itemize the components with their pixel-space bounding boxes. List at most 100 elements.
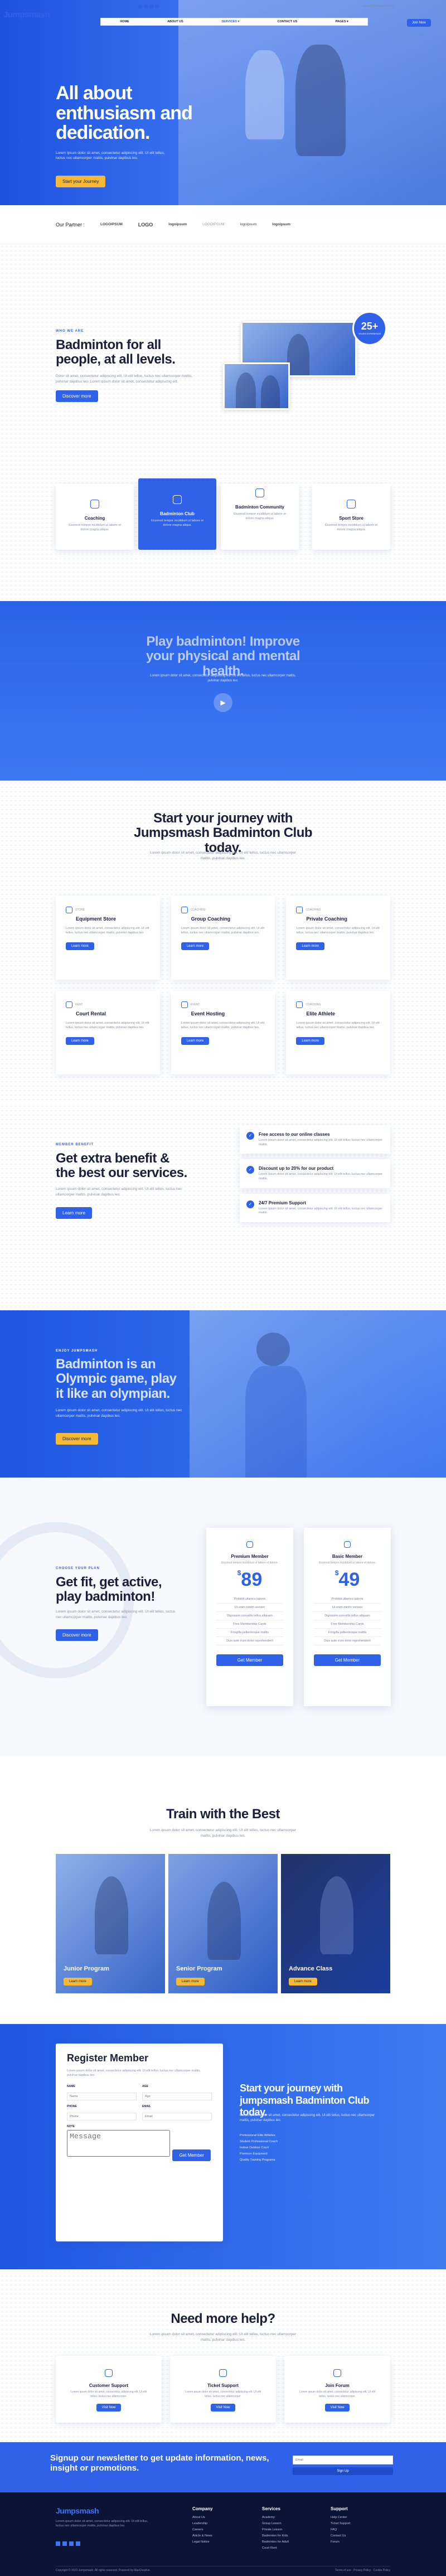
newsletter-email-input[interactable] xyxy=(293,2456,393,2464)
support-icon xyxy=(105,2369,113,2377)
footer-link[interactable]: Legal Notice xyxy=(192,2540,212,2544)
plan-name: Basic Member xyxy=(332,1554,363,1559)
instagram-icon[interactable] xyxy=(69,2541,74,2546)
get-member-button[interactable]: Get Member xyxy=(314,1654,381,1666)
benefit-item: ✓ Discount up to 20% for our product Lorem… xyxy=(240,1159,390,1188)
newsletter-section: Signup our newsletter to get update info… xyxy=(0,2442,446,2492)
help-card[interactable]: Customer Support Lorem ipsum dolor sit a… xyxy=(56,2356,162,2423)
benefit-kicker: MEMBER BENEFIT xyxy=(56,1143,94,1146)
contact-email[interactable]: support@jumpsmash.com xyxy=(362,4,395,8)
service-card[interactable]: EVENT Event Hosting Lorem ipsum dolor sit … xyxy=(171,991,275,1074)
plan-feature: Prohibit ullamco laboris xyxy=(216,1595,283,1604)
hero-cta-button[interactable]: Start your Journey xyxy=(56,176,106,187)
service-learn-button[interactable]: Learn more xyxy=(296,942,325,950)
name-field[interactable] xyxy=(67,2092,137,2100)
footer-link[interactable]: Forum xyxy=(331,2540,350,2544)
footer-link[interactable]: Careers xyxy=(192,2528,212,2531)
phone-field[interactable] xyxy=(67,2112,137,2120)
program-learn-button[interactable]: Learn more xyxy=(176,1978,205,1986)
facebook-icon[interactable] xyxy=(138,4,142,8)
feature-card[interactable]: Coaching Eiusmod tempor incididunt ut la… xyxy=(56,484,134,550)
nav-services[interactable]: SERVICES ▾ xyxy=(221,20,239,23)
register-submit-button[interactable]: Get Member xyxy=(172,2149,211,2161)
feature-card[interactable]: Sport Store Eiusmod tempor incididunt ut… xyxy=(312,484,390,550)
community-icon xyxy=(255,488,264,497)
help-card[interactable]: Join Forum Lorem ipsum dolor sit amet, c… xyxy=(284,2356,390,2423)
twitter-icon[interactable] xyxy=(144,4,148,8)
service-learn-button[interactable]: Learn more xyxy=(181,942,210,950)
facebook-icon[interactable] xyxy=(56,2541,60,2546)
footer-link[interactable]: Contact Us xyxy=(331,2534,350,2538)
footer-link[interactable]: Badminton for Kids xyxy=(262,2534,289,2538)
register-section: Register Member Lorem ipsum dolor sit am… xyxy=(0,2024,446,2269)
program-card[interactable]: Advance Class Learn more xyxy=(281,1854,390,1993)
service-card[interactable]: COACHING Elite Athlete Lorem ipsum dolor s… xyxy=(286,991,390,1074)
join-now-button[interactable]: Join Now xyxy=(407,19,431,27)
footer-link[interactable]: FAQ xyxy=(331,2528,350,2531)
program-learn-button[interactable]: Learn more xyxy=(64,1978,92,1986)
footer-link[interactable]: Private Lesson xyxy=(262,2528,289,2531)
footer-link[interactable]: Article & News xyxy=(192,2534,212,2538)
footer-link[interactable]: Help Center xyxy=(331,2516,350,2519)
help-card[interactable]: Ticket Support Lorem ipsum dolor sit ame… xyxy=(170,2356,276,2423)
footer-link[interactable]: Ticket Support xyxy=(331,2522,350,2525)
service-card[interactable]: RENT Court Rental Lorem ipsum dolor sit am… xyxy=(56,991,160,1074)
cookie-link[interactable]: Cookie Policy xyxy=(374,2569,390,2572)
program-title: Junior Program xyxy=(64,1965,109,1972)
nav-about[interactable]: ABOUT US xyxy=(167,20,183,23)
olympic-discover-button[interactable]: Discover more xyxy=(56,1433,98,1445)
footer-link[interactable]: Group Lesson xyxy=(262,2522,289,2525)
footer-link[interactable]: Leadership xyxy=(192,2522,212,2525)
nav-pages[interactable]: PAGES ▾ xyxy=(336,20,348,23)
pricing-discover-button[interactable]: Discover more xyxy=(56,1629,98,1641)
service-learn-button[interactable]: Learn more xyxy=(66,942,94,950)
youtube-icon[interactable] xyxy=(76,2541,80,2546)
youtube-icon[interactable] xyxy=(155,4,159,8)
age-field[interactable] xyxy=(142,2092,212,2100)
service-learn-button[interactable]: Learn more xyxy=(66,1037,94,1045)
check-icon: ✓ xyxy=(246,1166,254,1174)
benefit-learn-button[interactable]: Learn more xyxy=(56,1207,92,1219)
plan-card: Basic Member Eiusmod tempor incididunt u… xyxy=(304,1528,391,1706)
footer-logo[interactable]: Jumpsmash xyxy=(56,2506,99,2515)
feature-card-active[interactable]: Badminton Club Eiusmod tempor incididunt… xyxy=(138,478,216,550)
service-card[interactable]: STORE Equipment Store Lorem ipsum dolor si… xyxy=(56,896,160,980)
visit-now-button[interactable]: Visit Now xyxy=(210,2404,236,2412)
footer-link[interactable]: Badminton for Adult xyxy=(262,2540,289,2544)
note-field[interactable] xyxy=(67,2129,170,2157)
footer-link[interactable]: About Us xyxy=(192,2516,212,2519)
footer-link[interactable]: Court Rent xyxy=(262,2546,289,2550)
program-card[interactable]: Junior Program Learn more xyxy=(56,1854,165,1993)
visit-now-button[interactable]: Visit Now xyxy=(96,2404,122,2412)
service-card[interactable]: COACHING Private Coaching Lorem ipsum dolo… xyxy=(286,896,390,980)
email-field[interactable] xyxy=(142,2112,212,2120)
get-member-button[interactable]: Get Member xyxy=(216,1654,283,1666)
about-discover-button[interactable]: Discover more xyxy=(56,390,98,402)
service-card[interactable]: COACHING Group Coaching Lorem ipsum dolor … xyxy=(171,896,275,980)
service-learn-button[interactable]: Learn more xyxy=(181,1037,210,1045)
program-learn-button[interactable]: Learn more xyxy=(289,1978,317,1986)
service-desc: Lorem ipsum dolor sit amet, consectetur … xyxy=(66,927,149,935)
instagram-icon[interactable] xyxy=(149,4,153,8)
privacy-link[interactable]: Privacy Policy xyxy=(353,2569,371,2572)
play-button[interactable]: ▶ xyxy=(214,693,232,712)
footer-link[interactable]: Academy xyxy=(262,2516,289,2519)
service-learn-button[interactable]: Learn more xyxy=(296,1037,325,1045)
newsletter-signup-button[interactable]: Sign Up xyxy=(293,2467,393,2475)
nav-contact[interactable]: CONTACT US xyxy=(278,20,298,23)
program-card[interactable]: Senior Program Learn more xyxy=(168,1854,278,1993)
badge-text: YEARS EXPERIENCE xyxy=(358,332,381,335)
terms-link[interactable]: Terms of use xyxy=(335,2569,351,2572)
pricing-section: CHOOSE YOUR PLAN Get fit, get active, pl… xyxy=(0,1478,446,1756)
visit-now-button[interactable]: Visit Now xyxy=(324,2404,350,2412)
ticket-icon xyxy=(219,2369,227,2377)
help-card-title: Ticket Support xyxy=(207,2383,239,2388)
logo[interactable]: Jumpsmash xyxy=(3,10,50,20)
feature-card[interactable]: Badminton Community Eiusmod tempor incid… xyxy=(221,484,299,550)
twitter-icon[interactable] xyxy=(62,2541,67,2546)
plan-feature: Free Membership Cards xyxy=(314,1620,381,1629)
help-desc: Lorem ipsum dolor sit amet, consectetur … xyxy=(149,2332,297,2342)
pricing-title: Get fit, get active, play badminton! xyxy=(56,1575,162,1605)
partner-logo: logoipsum xyxy=(168,222,187,226)
nav-home[interactable]: HOME xyxy=(120,20,129,23)
